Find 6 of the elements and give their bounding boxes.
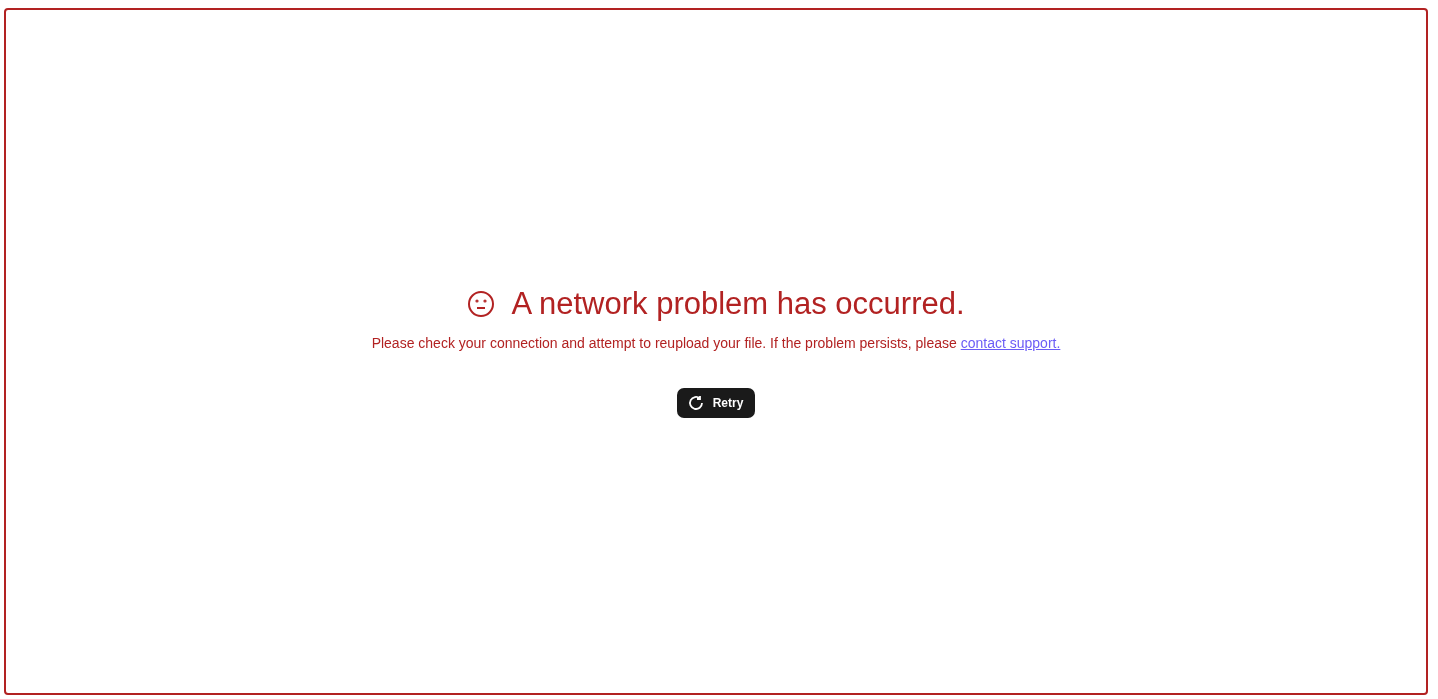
contact-support-link[interactable]: contact support. <box>960 334 1061 351</box>
retry-button[interactable]: Retry <box>676 387 756 418</box>
error-title: A network problem has occurred. <box>511 285 965 323</box>
refresh-icon <box>686 393 705 412</box>
error-message: Please check your connection and attempt to reupload your file. If the problem persists, please contact support. <box>371 333 1061 353</box>
neutral-face-icon <box>467 290 496 318</box>
